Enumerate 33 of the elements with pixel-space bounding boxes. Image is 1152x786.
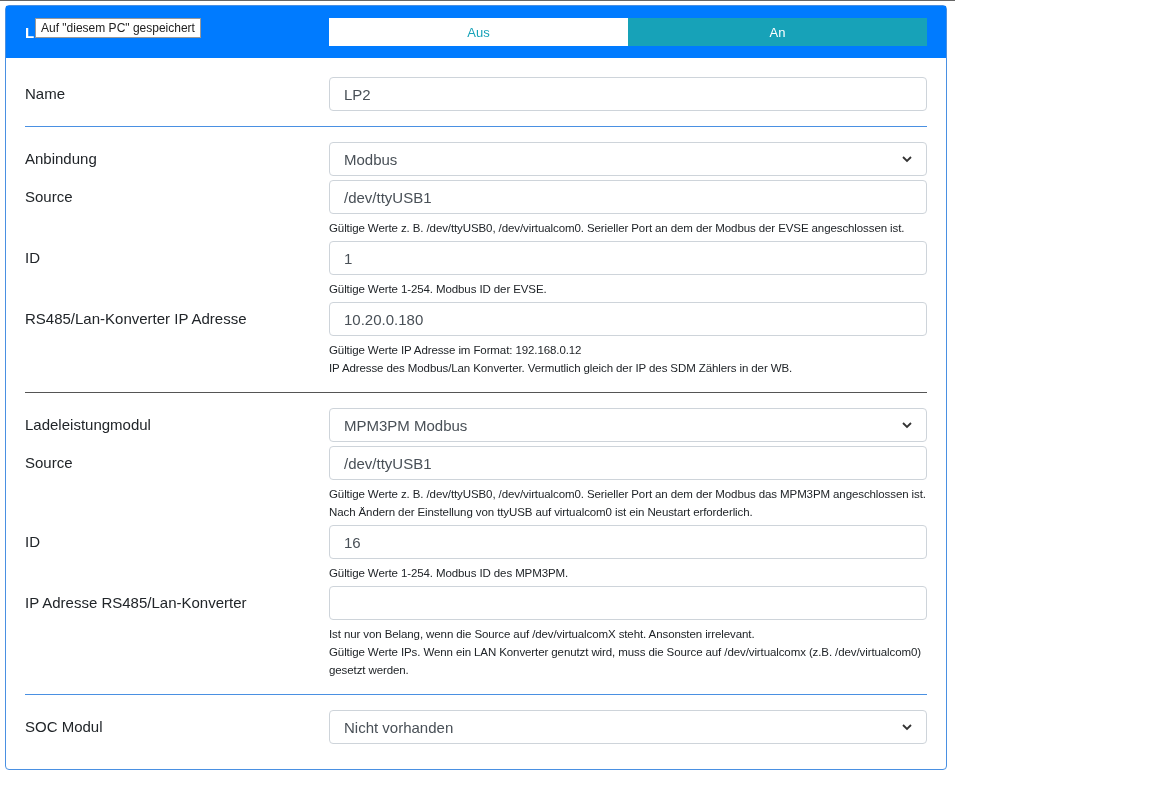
help-text: IP Adresse des Modbus/Lan Konverter. Vermutlich gleich der IP des SDM Zählers in der WB. — [329, 361, 794, 376]
input-field[interactable]: 10.20.0.180 — [329, 302, 927, 336]
field-label: IP Adresse RS485/Lan-Konverter — [25, 593, 248, 613]
input-field[interactable]: /dev/ttyUSB1 — [329, 446, 927, 480]
input-field[interactable] — [329, 586, 927, 620]
field-label: Source — [25, 187, 74, 207]
field-label: RS485/Lan-Konverter IP Adresse — [25, 309, 248, 329]
input-field[interactable]: 16 — [329, 525, 927, 559]
input-field[interactable]: /dev/ttyUSB1 — [329, 180, 927, 214]
chevron-down-icon — [902, 722, 912, 732]
field-label: SOC Modul — [25, 717, 104, 737]
help-text: Ist nur von Belang, wenn die Source auf /dev/virtualcomX steht. Ansonsten irrelevant. — [329, 627, 756, 642]
select-field[interactable]: Modbus — [329, 142, 927, 176]
field-label: ID — [25, 532, 41, 552]
field-label: ID — [25, 248, 41, 268]
card-title: L — [25, 23, 35, 41]
select-field[interactable]: MPM3PM Modbus — [329, 408, 927, 442]
help-text: Gültige Werte z. B. /dev/ttyUSB0, /dev/virtualcom0. Serieller Port an dem der Modbus der EVSE angeschlossen ist. — [329, 221, 906, 236]
help-text: Gültige Werte 1-254. Modbus ID der EVSE. — [329, 282, 548, 297]
select-field[interactable]: Nicht vorhanden — [329, 710, 927, 744]
tooltip: Auf "diesem PC" gespeichert — [35, 18, 201, 38]
field-label: Name — [25, 84, 66, 104]
help-text: Gültige Werte IP Adresse im Format: 192.168.0.12 — [329, 343, 583, 358]
field-label: Source — [25, 453, 74, 473]
help-text: Gültige Werte IPs. Wenn ein LAN Konverter genutzt wird, muss die Source auf /dev/virtualcomx (z.B. /dev/virtualcom0) gesetzt werden. — [329, 645, 922, 678]
field-label: Ladeleistungmodul — [25, 415, 152, 435]
input-field[interactable]: 1 — [329, 241, 927, 275]
chevron-down-icon — [902, 154, 912, 164]
input-field[interactable]: LP2 — [329, 77, 927, 111]
chevron-down-icon — [902, 420, 912, 430]
field-label: Anbindung — [25, 149, 98, 169]
help-text: Gültige Werte 1-254. Modbus ID des MPM3PM. — [329, 566, 570, 581]
help-text: Gültige Werte z. B. /dev/ttyUSB0, /dev/virtualcom0. Serieller Port an dem der Modbus das MPM3PM angeschlossen ist. Nach Ändern der Einstellung von ttyUSB auf virtualcom0 ist ein Neustart erforderlich. — [329, 487, 927, 520]
